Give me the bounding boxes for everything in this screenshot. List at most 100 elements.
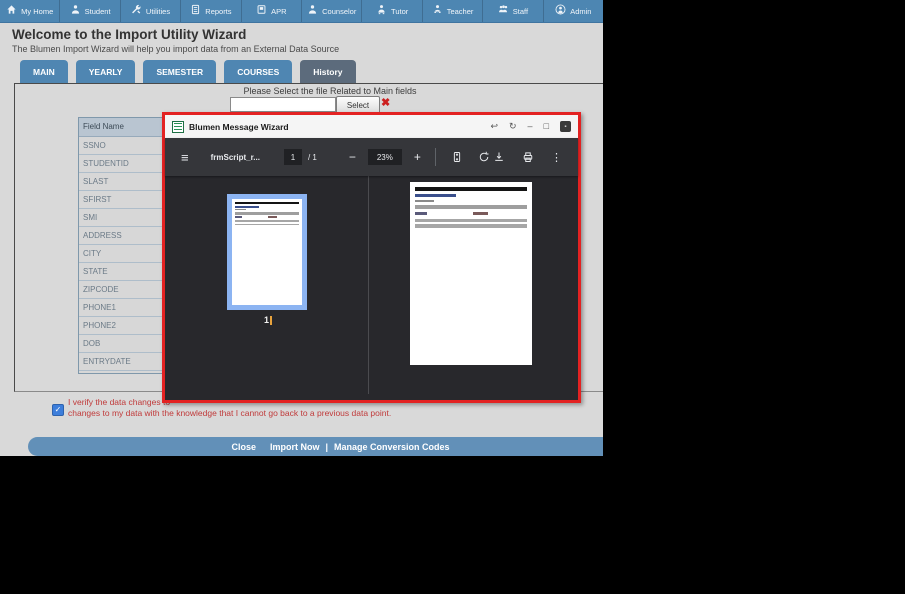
field-row: PHONE2	[79, 317, 164, 335]
nav-item-student[interactable]: Student	[60, 0, 121, 22]
document-page	[410, 182, 532, 365]
tab-history[interactable]: History	[300, 60, 356, 83]
download-icon[interactable]	[493, 151, 505, 163]
popout-icon[interactable]: ↩	[490, 122, 498, 131]
tab-yearly[interactable]: YEARLY	[75, 60, 136, 83]
doc-content-line	[234, 205, 259, 208]
thumbnail-page-number: 1	[264, 315, 273, 325]
nav-item-counselor[interactable]: Counselor	[302, 0, 363, 22]
person-icon	[70, 2, 81, 20]
report-icon	[190, 2, 201, 20]
file-select-prompt: Please Select the file Related to Main f…	[243, 86, 417, 96]
field-row: CITY	[79, 245, 164, 263]
blumen-message-wizard-dialog: Blumen Message Wizard ↩ ↻ – □ ▪ ≡ frmScript_…	[162, 112, 581, 403]
doc-content-line	[414, 218, 528, 223]
dialog-title: Blumen Message Wizard	[189, 121, 289, 132]
nav-item-reports[interactable]: Reports	[181, 0, 242, 22]
doc-content-line	[234, 201, 300, 204]
field-row: STUDENTID	[79, 155, 164, 173]
verify-text-line2: changes to my data with the knowledge th…	[68, 408, 392, 418]
person-circle-icon	[555, 2, 566, 20]
page-subtitle: The Blumen Import Wizard will help you i…	[12, 44, 340, 54]
pdf-document-title: frmScript_r...	[210, 152, 260, 162]
maximize-icon[interactable]: □	[544, 122, 549, 131]
import-tabs: MAIN YEARLY SEMESTER COURSES History	[20, 60, 356, 83]
field-row: ZIPCODE	[79, 281, 164, 299]
field-row: DOB	[79, 335, 164, 353]
fit-to-page-icon[interactable]	[451, 151, 463, 163]
import-now-button[interactable]: Import Now	[270, 442, 320, 452]
doc-content-line	[268, 216, 277, 218]
field-row: SFIRST	[79, 191, 164, 209]
zoom-out-button[interactable]: −	[349, 150, 356, 164]
field-row: ENTRYDATE	[79, 353, 164, 371]
tab-main[interactable]: MAIN	[20, 60, 68, 83]
toolbar-divider	[434, 148, 436, 166]
menu-icon[interactable]: ≡	[181, 150, 189, 165]
zoom-in-button[interactable]: +	[414, 150, 421, 164]
blumen-app-window: My Home Student Utilities Reports APR Counsel…	[0, 0, 603, 456]
nav-item-admin[interactable]: Admin	[544, 0, 603, 22]
sidebar-divider	[368, 176, 369, 394]
verify-text-line1: I verify the data changes to	[68, 397, 171, 407]
person-icon	[307, 2, 318, 20]
doc-content-line	[473, 212, 489, 215]
nav-item-utilities[interactable]: Utilities	[121, 0, 182, 22]
field-row: ADDRESS	[79, 227, 164, 245]
rotate-icon[interactable]	[478, 151, 490, 163]
apr-book-icon	[256, 2, 267, 20]
nav-item-apr[interactable]: APR	[242, 0, 303, 22]
close-button[interactable]: Close	[231, 442, 256, 452]
doc-content-line	[234, 216, 242, 218]
window-controls: ↩ ↻ – □ ▪	[490, 121, 571, 132]
nav-item-my-home[interactable]: My Home	[0, 0, 61, 22]
zoom-level-input[interactable]: 23%	[367, 149, 402, 165]
top-navbar: My Home Student Utilities Reports APR Counsel…	[0, 0, 603, 23]
doc-content-line	[414, 212, 428, 215]
field-row: STATE	[79, 263, 164, 281]
footer-separator: |	[325, 441, 328, 452]
doc-content-line	[414, 194, 457, 198]
doc-content-line	[414, 186, 528, 191]
doc-content-line	[234, 220, 300, 223]
person-desk-icon	[376, 2, 387, 20]
field-table-header: Field Name	[79, 118, 164, 137]
doc-content-line	[414, 224, 528, 228]
clear-file-icon[interactable]: ✖	[381, 96, 390, 109]
nav-item-staff[interactable]: Staff	[483, 0, 544, 22]
more-options-icon[interactable]: ⋮	[551, 151, 562, 164]
minimize-icon[interactable]: –	[528, 122, 533, 131]
footer-action-bar: Close Import Now | Manage Conversion Cod…	[28, 437, 603, 456]
doc-content-line	[234, 209, 246, 211]
doc-content-line	[414, 199, 435, 202]
nav-item-tutor[interactable]: Tutor	[362, 0, 423, 22]
nav-item-teacher[interactable]: Teacher	[423, 0, 484, 22]
doc-content-line	[234, 212, 300, 215]
page-number-input[interactable]: 1	[283, 149, 302, 165]
doc-content-line	[234, 223, 300, 226]
page-count-label: / 1	[307, 152, 317, 162]
page-title: Welcome to the Import Utility Wizard	[12, 27, 247, 42]
page-thumbnail[interactable]	[227, 194, 307, 310]
pdf-viewer-content: 1	[165, 176, 578, 394]
print-icon[interactable]	[522, 151, 534, 163]
refresh-icon[interactable]: ↻	[509, 122, 517, 131]
dialog-titlebar[interactable]: Blumen Message Wizard ↩ ↻ – □ ▪	[165, 115, 578, 138]
field-row: SMI	[79, 209, 164, 227]
manage-conversion-codes-button[interactable]: Manage Conversion Codes	[334, 442, 450, 452]
thumbnail-page	[232, 199, 302, 305]
caret	[270, 315, 273, 325]
field-row: SLAST	[79, 173, 164, 191]
home-icon	[6, 2, 17, 20]
dialog-app-icon	[172, 120, 184, 133]
screenshot-stage: My Home Student Utilities Reports APR Counsel…	[0, 0, 905, 594]
verify-checkbox[interactable]: ✓	[52, 404, 64, 416]
field-row: SSNO	[79, 137, 164, 155]
people-icon	[498, 2, 509, 20]
tab-courses[interactable]: COURSES	[224, 60, 293, 83]
file-path-input[interactable]	[230, 97, 336, 112]
close-icon[interactable]: ▪	[560, 121, 571, 132]
person-board-icon	[432, 2, 443, 20]
tab-semester[interactable]: SEMESTER	[143, 60, 217, 83]
doc-content-line	[414, 205, 528, 209]
